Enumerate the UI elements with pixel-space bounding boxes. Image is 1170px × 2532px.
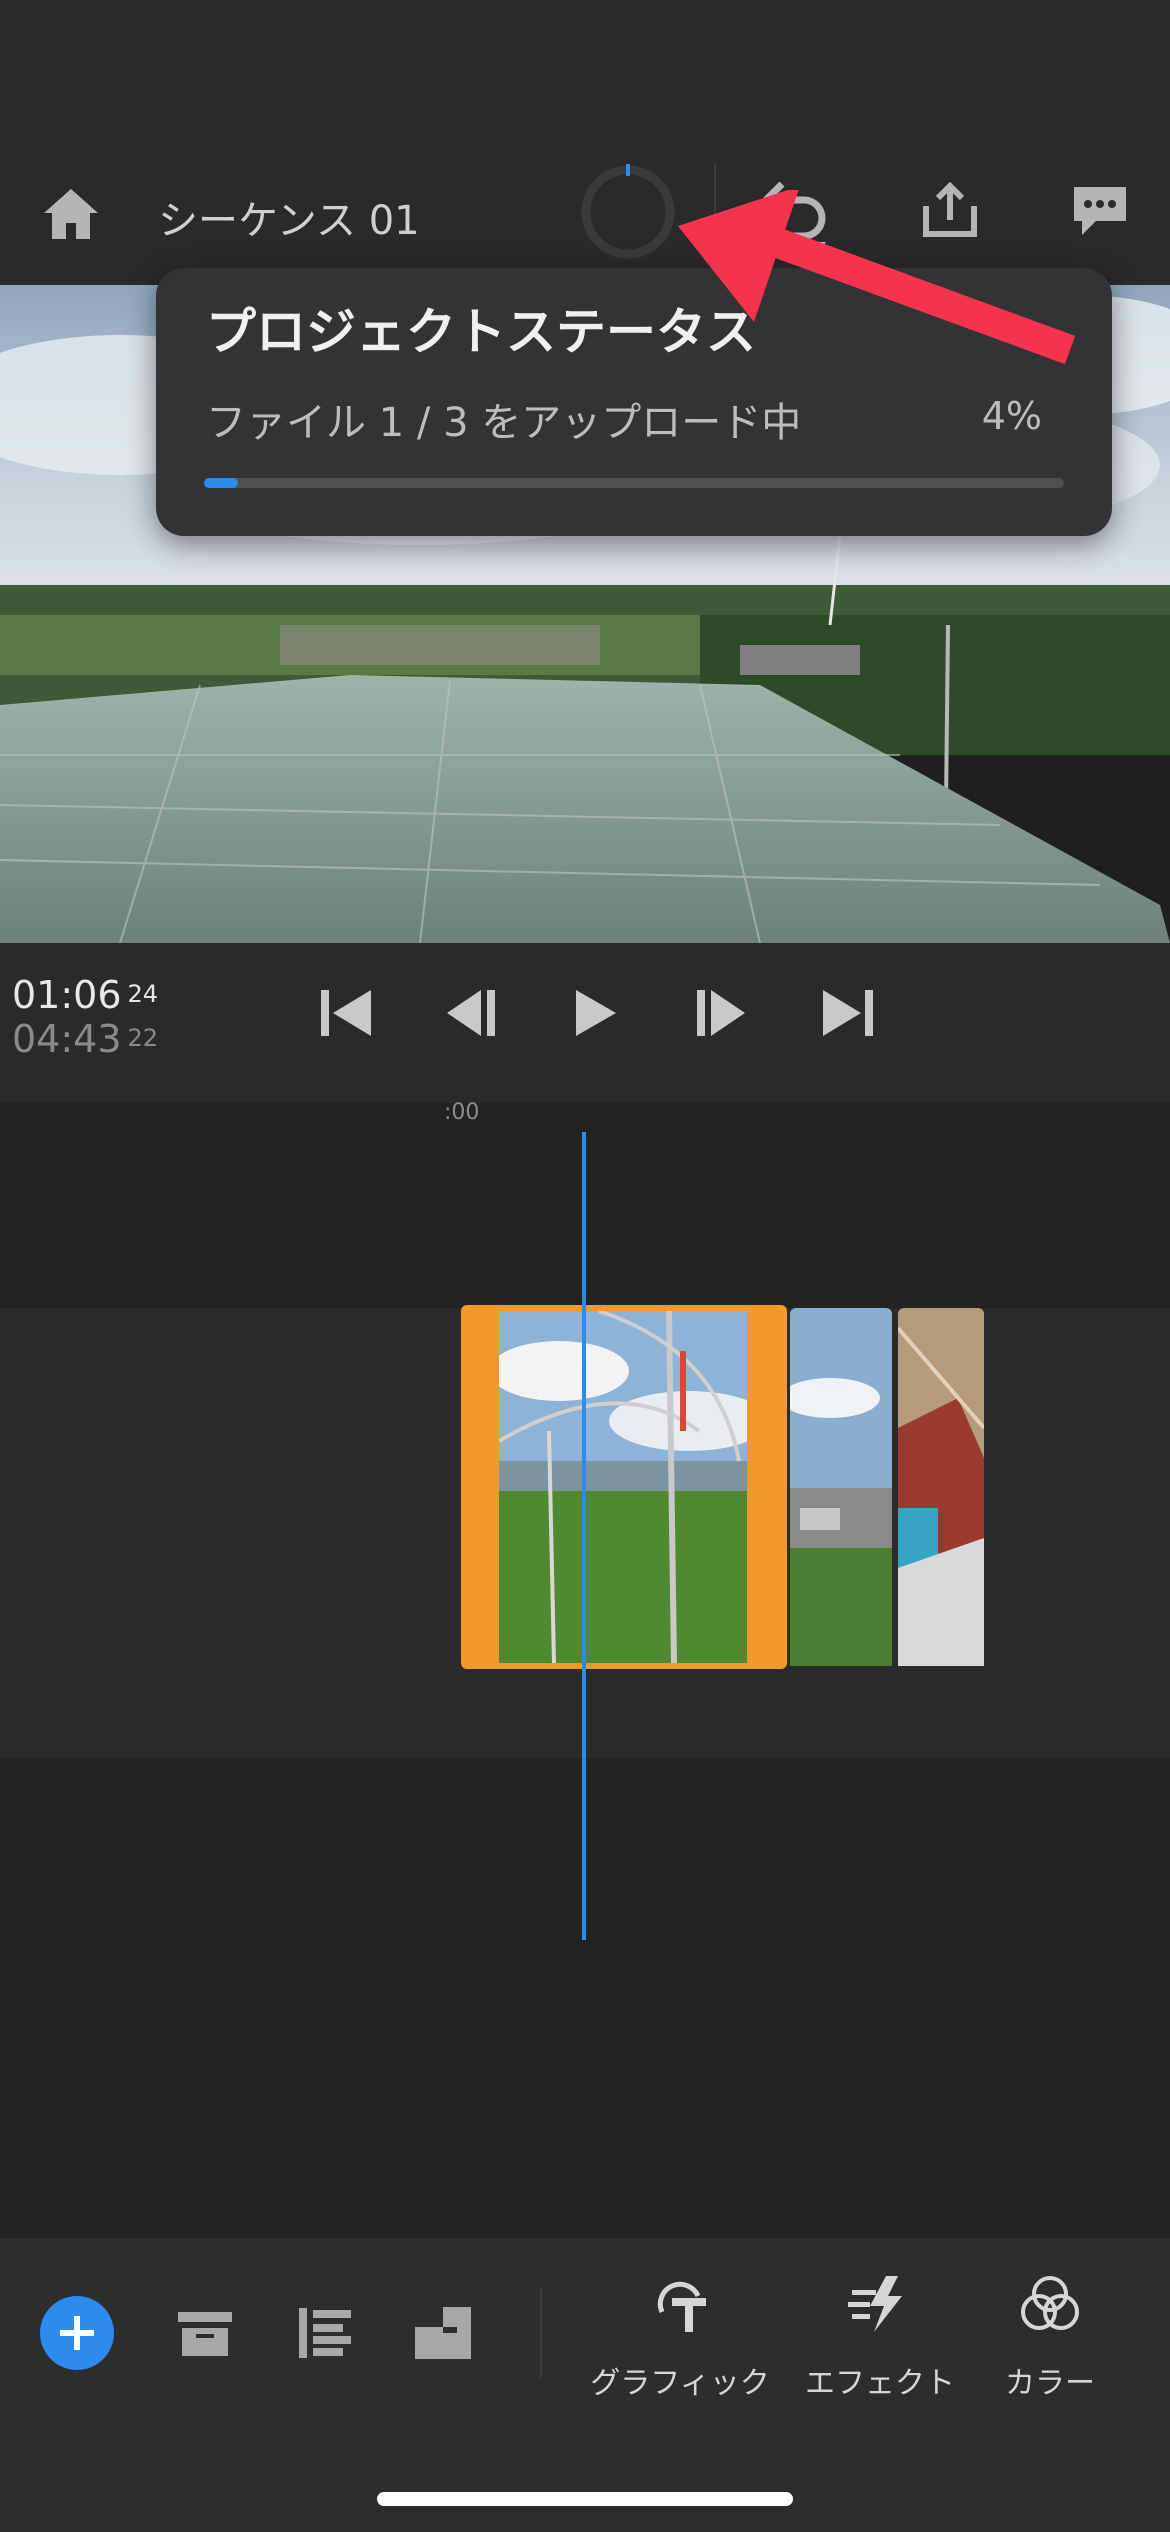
transport-controls: 01:06 24 04:43 22 (0, 943, 1170, 1103)
clip-3[interactable] (898, 1308, 984, 1666)
home-icon (44, 189, 98, 239)
step-forward-icon (697, 990, 745, 1036)
current-timecode: 01:06 24 (12, 973, 159, 1017)
color-wheels-icon (1021, 2276, 1079, 2330)
next-frame-button[interactable] (692, 983, 752, 1043)
home-indicator[interactable] (377, 2492, 793, 2506)
plus-icon (60, 2316, 94, 2350)
align-left-icon (299, 2308, 351, 2358)
upload-percent: 4% (981, 394, 1042, 438)
clip-selected[interactable] (461, 1305, 787, 1669)
toolbar-divider (540, 2288, 542, 2378)
upload-progress-fill (204, 478, 239, 488)
timeline-ruler-label: :00 (444, 1100, 480, 1125)
current-frames: 24 (127, 980, 159, 1008)
color-tool[interactable]: カラー (950, 2268, 1150, 2408)
clip-2[interactable] (790, 1308, 892, 1666)
crop-layers-icon (415, 2307, 471, 2359)
archive-box-icon (178, 2312, 232, 2356)
duration-frames: 22 (127, 1024, 159, 1052)
media-bin-button[interactable] (170, 2298, 240, 2368)
skip-to-end-icon (823, 990, 873, 1036)
annotation-arrow-icon (678, 190, 1076, 365)
sequence-title[interactable]: シーケンス 01 (158, 188, 420, 246)
go-to-start-button[interactable] (316, 983, 376, 1043)
align-tracks-button[interactable] (290, 2298, 360, 2368)
color-label: カラー (1005, 2366, 1095, 2401)
graphics-icon (657, 2281, 706, 2332)
play-button[interactable] (566, 983, 626, 1043)
play-icon (576, 990, 616, 1036)
effects-icon (848, 2276, 902, 2332)
skip-to-start-icon (321, 990, 371, 1036)
graphics-label: グラフィック (590, 2366, 770, 2401)
add-media-button[interactable] (40, 2296, 114, 2370)
graphics-tool[interactable]: グラフィック (580, 2268, 780, 2408)
step-back-icon (447, 990, 495, 1036)
aspect-ratio-button[interactable] (408, 2298, 478, 2368)
upload-status-message: ファイル 1 / 3 をアップロード中 (206, 400, 802, 446)
playhead[interactable] (582, 1132, 586, 1940)
home-button[interactable] (36, 178, 106, 248)
go-to-end-button[interactable] (818, 983, 878, 1043)
clip-thumbnail (499, 1311, 747, 1663)
bottom-toolbar: グラフィック エフェクト カラー (0, 2238, 1170, 2532)
duration-timecode: 04:43 22 (12, 1017, 159, 1061)
previous-frame-button[interactable] (440, 983, 500, 1043)
upload-progress-bar (204, 478, 1064, 488)
